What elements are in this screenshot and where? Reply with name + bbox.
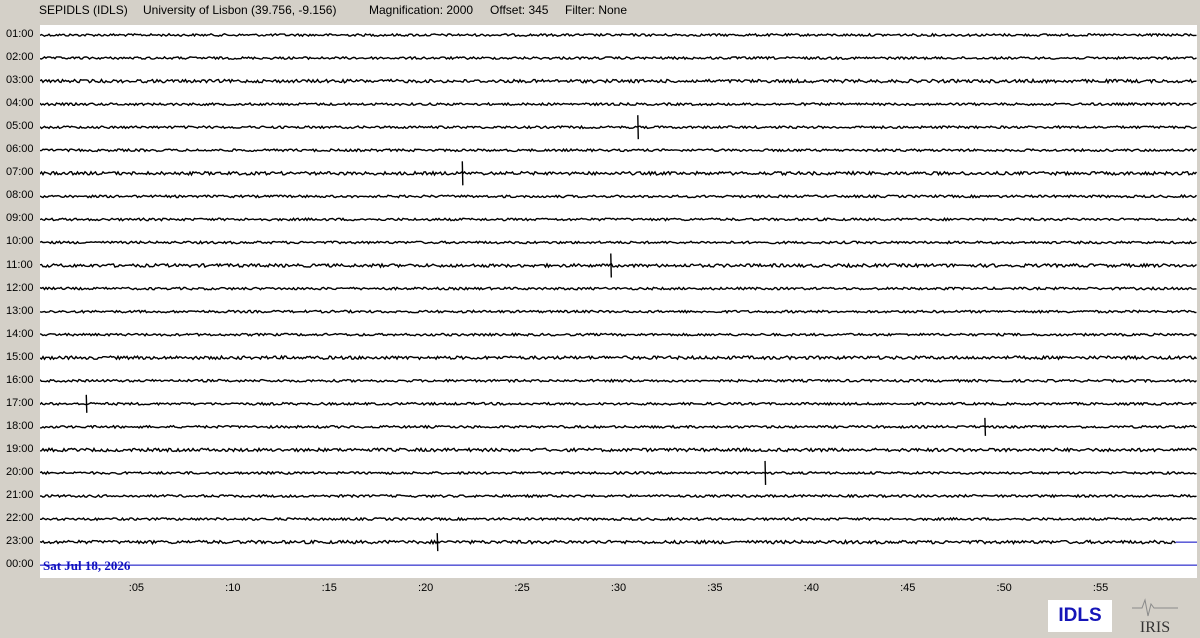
trace-line — [40, 240, 1197, 245]
trace-line — [40, 170, 1197, 177]
hour-label-column: 01:00 02:00 03:00 04:00 05:00 06:00 07:00 08:00… — [0, 0, 40, 600]
minute-tick-label: :25 — [514, 582, 530, 594]
station-logo: IDLS — [1048, 600, 1112, 632]
trace-line — [40, 424, 1197, 430]
hour-label: 15:00 — [6, 350, 34, 363]
station-location: University of Lisbon (39.756, -9.156) — [143, 3, 337, 17]
trace-line — [40, 378, 1197, 384]
hour-label: 17:00 — [6, 396, 34, 409]
seismic-event-spike — [85, 394, 88, 413]
trace-line — [40, 55, 1197, 61]
hour-label: 13:00 — [6, 304, 34, 317]
minute-tick-label: :35 — [707, 582, 723, 594]
seismogram-plot — [40, 25, 1197, 578]
trace-line — [40, 32, 1197, 38]
trace-line — [40, 101, 1197, 107]
seismic-event-spike — [610, 253, 612, 278]
hour-label: 07:00 — [6, 166, 34, 179]
hour-label: 02:00 — [6, 51, 34, 64]
magnification-value: Magnification: 2000 — [369, 3, 474, 17]
hour-label: 16:00 — [6, 373, 34, 386]
seismic-event-spike — [461, 161, 464, 186]
date-label: Sat Jul 18, 2026 — [43, 558, 131, 573]
hour-label: 03:00 — [6, 74, 34, 87]
trace-line — [40, 147, 1197, 153]
hour-label: 08:00 — [6, 189, 34, 202]
seismic-event-spike — [764, 460, 767, 485]
minute-tick-label: :20 — [418, 582, 434, 594]
trace-line — [40, 539, 1177, 546]
trace-line — [40, 470, 1197, 476]
hour-label: 20:00 — [6, 465, 34, 478]
minute-tick-label: :45 — [900, 582, 916, 594]
station-name: SEPIDLS (IDLS) — [39, 3, 128, 17]
trace-line — [40, 446, 1197, 453]
trace-line — [40, 286, 1197, 291]
trace-line — [40, 309, 1197, 315]
trace-line — [40, 78, 1197, 85]
seismic-event-spike — [436, 533, 439, 552]
hour-label: 06:00 — [6, 143, 34, 156]
seismic-event-spike — [984, 417, 987, 436]
hour-label: 09:00 — [6, 212, 34, 225]
trace-line — [40, 493, 1197, 499]
trace-line — [40, 193, 1197, 199]
filter-value: Filter: None — [565, 3, 628, 17]
hour-label: 01:00 — [6, 28, 34, 40]
trace-line — [40, 354, 1197, 361]
hour-label: 00:00 — [6, 558, 34, 571]
minute-tick-label: :05 — [128, 582, 145, 594]
minute-tick-label: :30 — [610, 582, 627, 594]
hour-label: 05:00 — [6, 120, 34, 133]
hour-label: 04:00 — [6, 97, 34, 110]
trace-line — [40, 332, 1197, 338]
trace-line — [40, 516, 1197, 522]
hour-label: 21:00 — [6, 489, 34, 501]
trace-line — [40, 401, 1197, 407]
hour-label: 12:00 — [6, 281, 34, 294]
hour-label: 10:00 — [6, 235, 34, 248]
minute-tick-label: :10 — [225, 582, 241, 594]
seismic-event-spike — [637, 115, 639, 140]
hour-label: 14:00 — [6, 327, 34, 340]
minute-tick-label: :50 — [996, 582, 1012, 594]
hour-label: 23:00 — [6, 535, 34, 548]
helicorder-traces — [40, 32, 1197, 566]
iris-logo-icon: IRIS — [1130, 596, 1180, 636]
trace-line — [40, 217, 1197, 222]
trace-line — [40, 124, 1197, 130]
hour-label: 22:00 — [6, 512, 34, 525]
hour-label: 18:00 — [6, 419, 34, 432]
minute-tick-label: :40 — [803, 582, 819, 594]
iris-logo-text: IRIS — [1140, 619, 1170, 636]
hour-label: 19:00 — [6, 442, 34, 455]
minute-tick-label: :15 — [321, 582, 337, 594]
minute-tick-label: :55 — [1092, 582, 1109, 594]
header-bar: SEPIDLS (IDLS) University of Lisbon (39.… — [0, 0, 1200, 22]
offset-value: Offset: 345 — [490, 3, 549, 17]
hour-label: 11:00 — [6, 258, 33, 271]
trace-line — [40, 262, 1197, 269]
